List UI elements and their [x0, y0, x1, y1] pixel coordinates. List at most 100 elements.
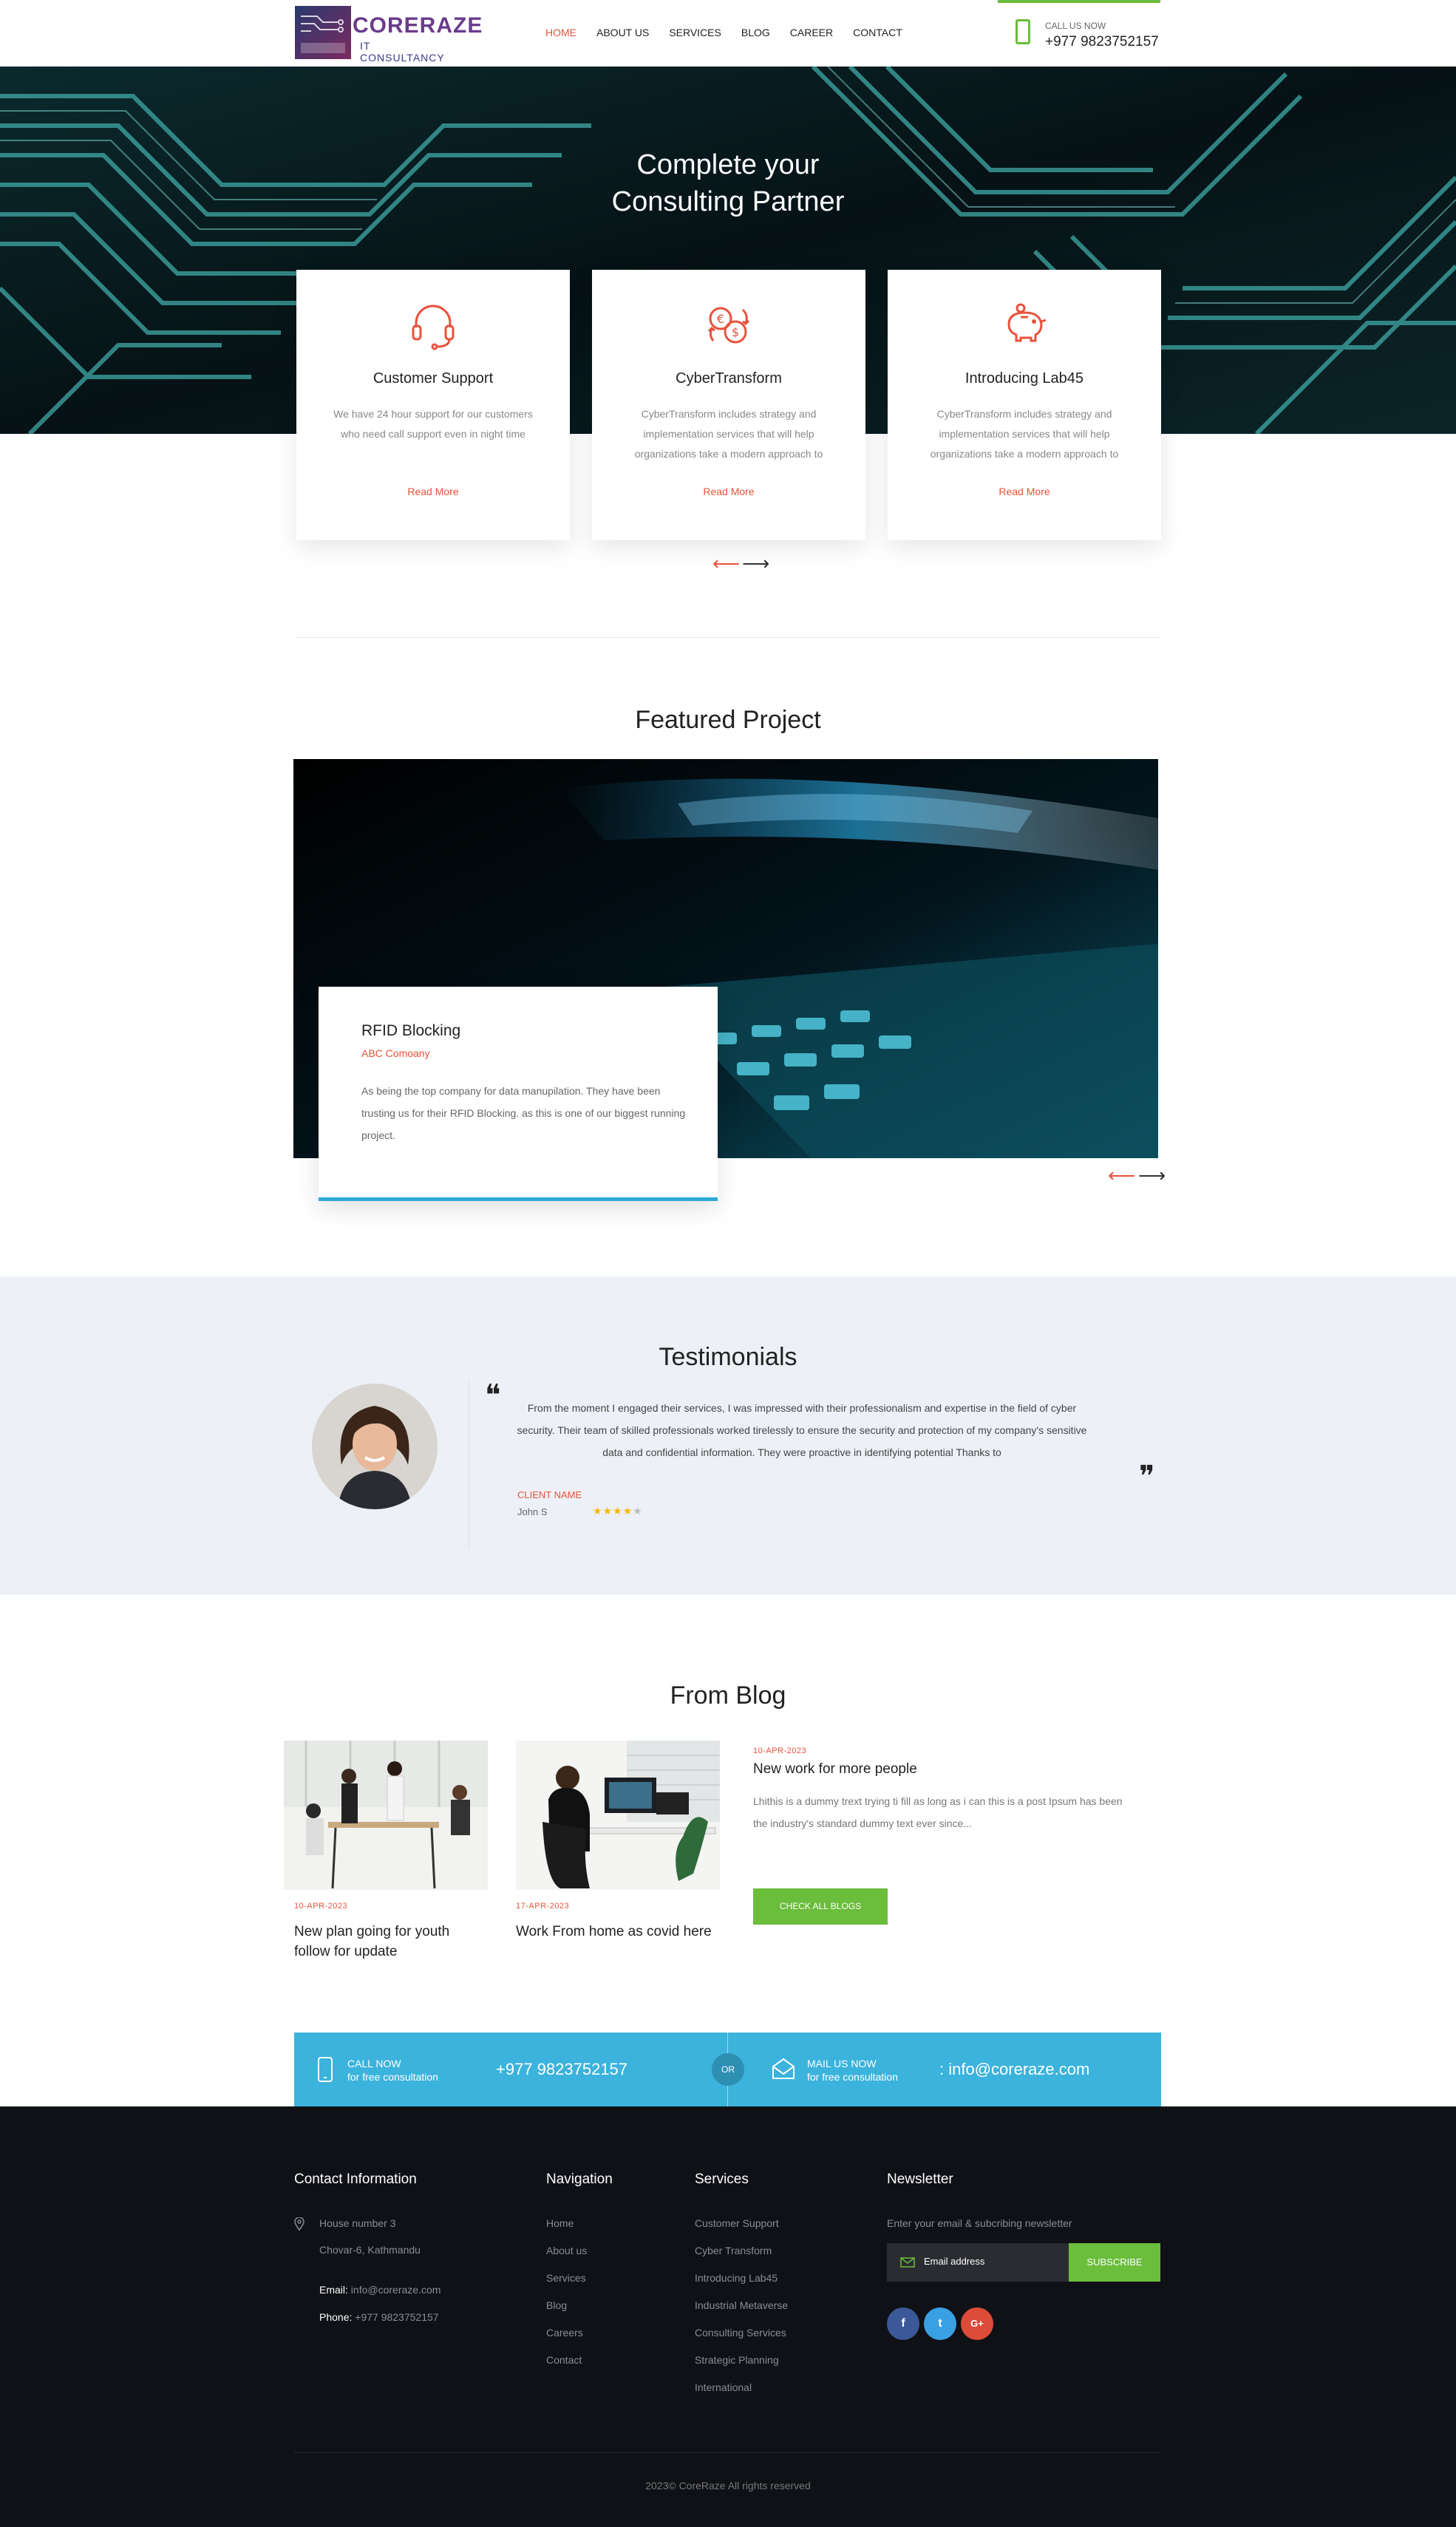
- blog-image-work-from-home[interactable]: [516, 1741, 720, 1890]
- client-label: CLIENT NAME: [517, 1489, 582, 1500]
- cta-or-badge: OR: [712, 2053, 744, 2086]
- header-call-box[interactable]: CALL US NOW +977 9823752157: [998, 0, 1160, 55]
- email-label: Email:: [319, 2284, 348, 2296]
- section-divider: [295, 637, 1161, 638]
- footer-nav-services[interactable]: Services: [546, 2272, 586, 2284]
- footer-nav-contact[interactable]: Contact: [546, 2354, 582, 2366]
- read-more-link[interactable]: Read More: [296, 486, 570, 497]
- blog-title[interactable]: New work for more people: [753, 1759, 1137, 1779]
- client-avatar: [312, 1384, 438, 1509]
- cta-call-label: CALL NOW for free consultation: [347, 2057, 438, 2084]
- logo-wordmark: CORERAZE: [353, 13, 483, 38]
- hero-title-line-1: Complete your: [636, 149, 820, 180]
- nav-career[interactable]: CAREER: [790, 27, 833, 38]
- service-text: CyberTransform includes strategy and imp…: [634, 408, 823, 460]
- nav-about-us[interactable]: ABOUT US: [596, 27, 649, 38]
- client-name: John S: [517, 1506, 548, 1517]
- service-title: Customer Support: [372, 370, 494, 387]
- blog-title[interactable]: New plan going for youth follow for upda…: [294, 1922, 479, 1962]
- service-text: CyberTransform includes strategy and imp…: [930, 408, 1119, 460]
- footer-service-link[interactable]: Consulting Services: [695, 2327, 786, 2339]
- newsletter-email-input[interactable]: Email address: [887, 2243, 1069, 2282]
- footer-service-link[interactable]: Customer Support: [695, 2217, 779, 2229]
- address-line-1: House number 3: [319, 2217, 396, 2229]
- cta-call-subtitle: for free consultation: [347, 2071, 438, 2083]
- footer-services-heading: Services: [695, 2171, 749, 2187]
- service-text: We have 24 hour support for our customer…: [333, 408, 533, 440]
- footer-service-link[interactable]: International: [695, 2381, 752, 2393]
- cta-mail-subtitle: for free consultation: [807, 2071, 898, 2083]
- headset-icon: [412, 305, 455, 350]
- slider-prev-arrow-icon[interactable]: ⟵: [712, 554, 740, 573]
- footer-nav-blog[interactable]: Blog: [546, 2299, 567, 2311]
- read-more-link[interactable]: Read More: [888, 486, 1161, 497]
- piggy-bank-icon: [1007, 303, 1047, 342]
- project-title: RFID Blocking: [361, 1022, 461, 1039]
- footer-nav-home[interactable]: Home: [546, 2217, 574, 2229]
- copyright: 2023© CoreRaze All rights reserved: [645, 2480, 811, 2492]
- testimonials-section-title: Testimonials: [659, 1343, 797, 1371]
- project-next-arrow-icon[interactable]: ⟶: [1138, 1166, 1166, 1185]
- nav-blog[interactable]: BLOG: [741, 27, 770, 38]
- footer-service-link[interactable]: Cyber Transform: [695, 2245, 772, 2256]
- footer-divider: [294, 2452, 1161, 2453]
- cta-email[interactable]: : info@coreraze.com: [939, 2060, 1089, 2079]
- cta-mail-label: MAIL US NOW for free consultation: [807, 2057, 898, 2084]
- phone-value[interactable]: +977 9823752157: [355, 2311, 438, 2323]
- footer-nav-about[interactable]: About us: [546, 2245, 587, 2256]
- logo-tagline: IT CONSULTANCY: [360, 40, 445, 64]
- subscribe-button[interactable]: SUBSCRIBE: [1069, 2243, 1160, 2282]
- blog-title[interactable]: Work From home as covid here: [516, 1922, 715, 1942]
- blog-date: 10-APR-2023: [753, 1747, 807, 1755]
- main-nav: HOME ABOUT US SERVICES BLOG CAREER CONTA…: [545, 27, 922, 38]
- quote-open-icon: ❝: [485, 1378, 501, 1412]
- hero-title-line-2: Consulting Partner: [611, 186, 845, 217]
- footer-nav-careers[interactable]: Careers: [546, 2327, 583, 2339]
- project-company: ABC Comoany: [361, 1047, 430, 1059]
- twitter-icon[interactable]: t: [924, 2307, 956, 2340]
- currency-exchange-icon: € $: [707, 307, 750, 344]
- address-line-2: Chovar-6, Kathmandu: [319, 2244, 421, 2256]
- quote-close-icon: ❞: [1139, 1460, 1155, 1494]
- nav-services[interactable]: SERVICES: [669, 27, 721, 38]
- mobile-phone-icon: [318, 2057, 333, 2082]
- star-icon: ★: [613, 1505, 623, 1517]
- newsletter-text: Enter your email & subcribing newsletter: [887, 2217, 1072, 2229]
- nav-home[interactable]: HOME: [545, 27, 576, 38]
- star-rating: ★★★★★: [593, 1505, 643, 1517]
- facebook-icon[interactable]: f: [887, 2307, 919, 2340]
- footer-contact-heading: Contact Information: [294, 2171, 417, 2187]
- service-card-customer-support: Customer Support We have 24 hour support…: [296, 270, 570, 540]
- blog-excerpt: Lhithis is a dummy trext trying ti fill …: [753, 1795, 1123, 1829]
- star-empty-icon: ★: [633, 1505, 643, 1517]
- featured-project-card: RFID Blocking ABC Comoany As being the t…: [319, 987, 718, 1201]
- service-title: Introducing Lab45: [965, 370, 1084, 387]
- call-number[interactable]: +977 9823752157: [1045, 34, 1159, 50]
- site-footer: Contact Information House number 3 Chova…: [0, 2106, 1456, 2527]
- svg-text:$: $: [732, 325, 739, 339]
- footer-service-link[interactable]: Strategic Planning: [695, 2354, 779, 2366]
- check-all-blogs-button[interactable]: CHECK ALL BLOGS: [753, 1888, 888, 1925]
- logo[interactable]: CORERAZE IT CONSULTANCY: [295, 6, 482, 64]
- cta-call-title: CALL NOW: [347, 2058, 401, 2069]
- google-plus-icon[interactable]: G+: [961, 2307, 993, 2340]
- footer-phone: Phone: +977 9823752157: [319, 2311, 439, 2323]
- cta-banner: CALL NOW for free consultation +977 9823…: [294, 2033, 1161, 2106]
- email-value[interactable]: info@coreraze.com: [351, 2284, 441, 2296]
- footer-service-link[interactable]: Industrial Metaverse: [695, 2299, 788, 2311]
- cta-mail-title: MAIL US NOW: [807, 2058, 877, 2069]
- cta-phone-number[interactable]: +977 9823752157: [496, 2060, 627, 2079]
- star-icon: ★: [602, 1505, 613, 1517]
- featured-section-title: Featured Project: [635, 706, 821, 734]
- blog-image-office[interactable]: [284, 1741, 488, 1890]
- service-card-cybertransform: € $ CyberTransform CyberTransform includ…: [592, 270, 865, 540]
- slider-next-arrow-icon[interactable]: ⟶: [742, 554, 769, 573]
- svg-text:€: €: [717, 312, 724, 326]
- footer-service-link[interactable]: Introducing Lab45: [695, 2272, 778, 2284]
- read-more-link[interactable]: Read More: [592, 486, 865, 497]
- nav-contact[interactable]: CONTACT: [853, 27, 902, 38]
- project-prev-arrow-icon[interactable]: ⟵: [1108, 1166, 1135, 1185]
- footer-newsletter-heading: Newsletter: [887, 2171, 953, 2187]
- blog-date: 10-APR-2023: [294, 1902, 348, 1911]
- testimonial-quote: From the moment I engaged their services…: [517, 1402, 1087, 1458]
